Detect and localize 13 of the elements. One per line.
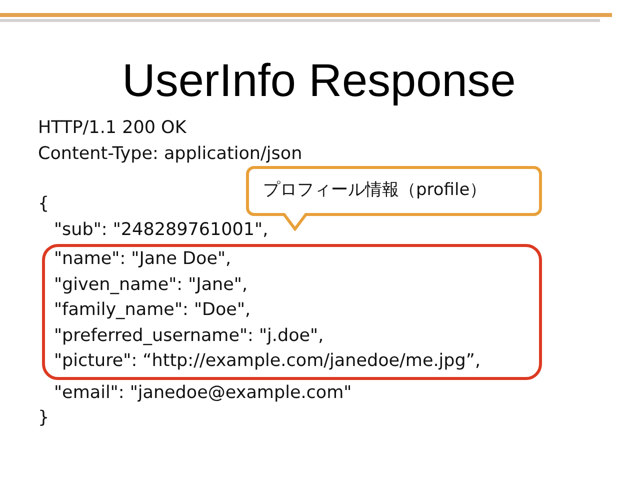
slide-title: UserInfo Response: [121, 53, 517, 108]
code-line: "name": "Jane Doe",: [53, 248, 232, 271]
callout-pointer: [282, 213, 308, 231]
code-line: "sub": "248289761001",: [53, 218, 268, 242]
code-line: "family_name": "Doe",: [53, 299, 251, 322]
code-line: "picture": “http://example.com/janedoe/me.jpg”,: [53, 350, 481, 373]
brace: }: [38, 407, 50, 430]
http-header-line: HTTP/1.1 200 OK: [38, 117, 186, 140]
code-line: "given_name": "Jane",: [53, 274, 248, 296]
brace: {: [38, 193, 50, 216]
http-header-line: Content-Type: application/json: [38, 142, 302, 166]
code-line: "preferred_username": "j.doe",: [53, 324, 324, 348]
code-line: "email": "janedoe@example.com": [53, 382, 352, 404]
